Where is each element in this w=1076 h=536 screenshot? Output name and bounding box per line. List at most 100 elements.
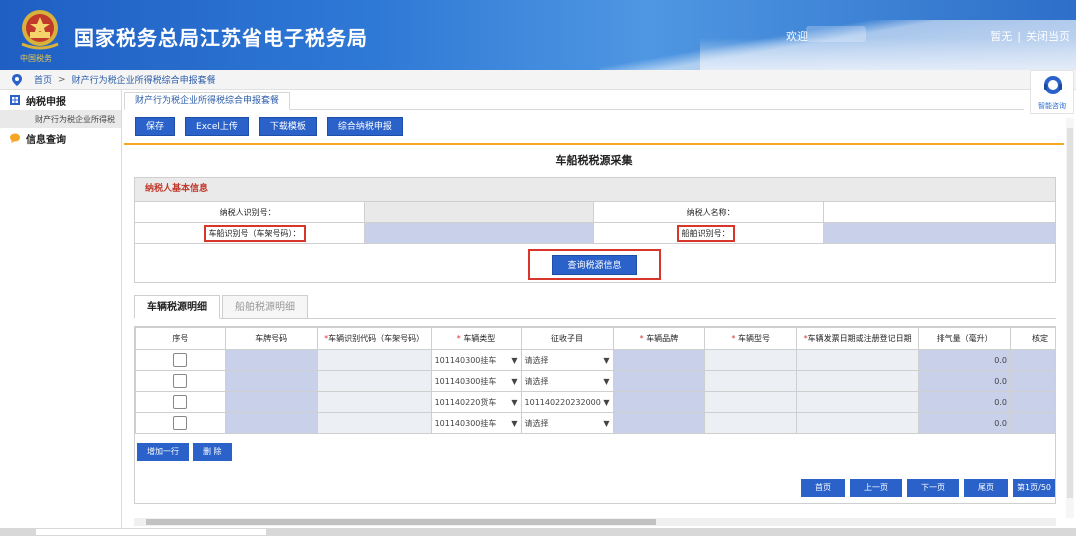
- save-button[interactable]: 保存: [135, 117, 176, 136]
- breadcrumb-current[interactable]: 财产行为税企业所得税综合申报套餐: [72, 73, 216, 86]
- verified-input[interactable]: [1010, 391, 1055, 413]
- first-page-button[interactable]: 首页: [801, 479, 846, 497]
- row-checkbox[interactable]: [173, 374, 188, 388]
- brand-input[interactable]: [612, 349, 706, 371]
- link-separator: |: [1017, 30, 1021, 43]
- chevron-down-icon: ▼: [603, 376, 610, 386]
- chevron-down-icon: ▼: [603, 397, 610, 407]
- col-model: * 车辆型号: [704, 327, 798, 350]
- scroll-thumb[interactable]: [1067, 128, 1073, 498]
- col-verified: 核定: [1010, 327, 1055, 350]
- query-tax-source-button[interactable]: 查询税源信息: [552, 254, 637, 275]
- row-select-cell: [135, 391, 226, 413]
- bottom-bar: [0, 528, 1076, 536]
- sidebar-item-label: 信息查询: [26, 134, 66, 146]
- sub-item-select[interactable]: 请选择 ▼: [520, 370, 614, 392]
- sub-item-select[interactable]: 请选择 ▼: [520, 412, 614, 434]
- vehicle-id-label: 车船识别号（车架号码）：: [203, 224, 306, 242]
- ship-id-input[interactable]: [823, 223, 1056, 243]
- sidebar-item-info-query[interactable]: 信息查询: [0, 128, 121, 148]
- table-row: 101140300挂车 ▼ 请选择 ▼ 0.0: [135, 349, 1055, 371]
- reg-date-input[interactable]: [796, 349, 920, 371]
- model-input[interactable]: [704, 391, 798, 413]
- reg-date-input[interactable]: [796, 370, 920, 392]
- excel-upload-button[interactable]: Excel上传: [185, 117, 249, 136]
- breadcrumb-home[interactable]: 首页: [34, 73, 52, 86]
- smart-consult-label: 智能咨询: [1038, 102, 1066, 110]
- taxpayer-name-field: [824, 202, 1055, 222]
- brand-input[interactable]: [612, 370, 706, 392]
- required-mark: *: [731, 334, 736, 343]
- brand-input[interactable]: [612, 391, 706, 413]
- scroll-thumb[interactable]: [146, 519, 656, 525]
- col-sub-item: 征收子目: [520, 327, 614, 350]
- ship-id-label: 船舶识别号：: [676, 224, 735, 242]
- smart-consult-widget[interactable]: 智能咨询: [1030, 70, 1074, 114]
- displacement-input[interactable]: 0.0: [918, 370, 1012, 392]
- site-title: 国家税务总局江苏省电子税务局: [74, 26, 368, 50]
- last-page-button[interactable]: 尾页: [964, 479, 1009, 497]
- model-input[interactable]: [704, 349, 798, 371]
- reg-date-input[interactable]: [796, 391, 920, 413]
- form-row: 车船识别号（车架号码）： 船舶识别号：: [135, 223, 1056, 244]
- col-seq: 序号: [135, 327, 226, 350]
- row-checkbox[interactable]: [173, 353, 188, 367]
- add-row-button[interactable]: 增加一行: [137, 443, 189, 461]
- col-reg-date-label: 车辆发票日期或注册登记日期: [807, 334, 912, 343]
- delete-row-button[interactable]: 删 除: [193, 443, 232, 461]
- displacement-input[interactable]: 0.0: [918, 391, 1012, 413]
- col-vehicle-type: * 车辆类型: [430, 327, 522, 350]
- chevron-down-icon: ▼: [511, 355, 518, 365]
- sub-item-select[interactable]: 101140220232000 ▼: [520, 391, 614, 413]
- prev-page-button[interactable]: 上一页: [850, 479, 903, 497]
- vin-input[interactable]: [316, 412, 432, 434]
- displacement-input[interactable]: 0.0: [918, 349, 1012, 371]
- vehicle-type-select[interactable]: 101140220货车 ▼: [430, 391, 522, 413]
- username-redacted: [806, 26, 866, 42]
- plate-input[interactable]: [224, 370, 318, 392]
- sidebar-item-tax-filing[interactable]: 纳税申报: [0, 90, 121, 110]
- tab-vehicle-detail[interactable]: 车辆税源明细: [134, 295, 220, 319]
- location-pin-icon: [12, 73, 22, 86]
- taxpayer-info-panel: 纳税人基本信息 纳税人识别号： 纳税人名称： 车船识别号（车架号码）： 船舶识别…: [134, 177, 1056, 283]
- top-links: 暂无 | 关闭当页: [990, 28, 1070, 44]
- row-checkbox[interactable]: [173, 395, 188, 409]
- row-checkbox[interactable]: [173, 416, 188, 430]
- vin-input[interactable]: [316, 391, 432, 413]
- vehicle-type-value: 101140300挂车: [434, 376, 497, 386]
- table-header-row: 序号 车牌号码 *车辆识别代码（车架号码） * 车辆类型 征收子目 * 车辆品牌…: [135, 327, 1055, 350]
- vehicle-type-select[interactable]: 101140300挂车 ▼: [430, 370, 522, 392]
- sidebar: 纳税申报 财产行为税企业所得税 信息查询: [0, 90, 122, 536]
- verified-input[interactable]: [1010, 412, 1055, 434]
- table-row: 101140300挂车 ▼ 请选择 ▼ 0.0: [135, 412, 1055, 434]
- sidebar-subitem-property-tax[interactable]: 财产行为税企业所得税: [0, 110, 121, 128]
- plate-input[interactable]: [224, 349, 318, 371]
- tab-ship-detail[interactable]: 船舶税源明细: [222, 295, 308, 319]
- brand-input[interactable]: [612, 412, 706, 434]
- reg-date-input[interactable]: [796, 412, 920, 434]
- vin-input[interactable]: [316, 370, 432, 392]
- col-reg-date: *车辆发票日期或注册登记日期: [796, 327, 920, 350]
- horizontal-scrollbar[interactable]: [134, 518, 1056, 526]
- page-tabbar: 财产行为税企业所得税综合申报套餐: [124, 92, 1024, 110]
- verified-input[interactable]: [1010, 349, 1055, 371]
- tab-property-tax-package[interactable]: 财产行为税企业所得税综合申报套餐: [124, 92, 291, 110]
- verified-input[interactable]: [1010, 370, 1055, 392]
- displacement-input[interactable]: 0.0: [918, 412, 1012, 434]
- model-input[interactable]: [704, 370, 798, 392]
- comprehensive-report-button[interactable]: 综合纳税申报: [326, 117, 403, 136]
- vehicle-type-select[interactable]: 101140300挂车 ▼: [430, 349, 522, 371]
- sub-item-select[interactable]: 请选择 ▼: [520, 349, 614, 371]
- vertical-scrollbar[interactable]: [1066, 118, 1074, 518]
- close-page-link[interactable]: 关闭当页: [1026, 30, 1070, 43]
- model-input[interactable]: [704, 412, 798, 434]
- vin-input[interactable]: [316, 349, 432, 371]
- plate-input[interactable]: [224, 412, 318, 434]
- none-link[interactable]: 暂无: [990, 30, 1012, 43]
- next-page-button[interactable]: 下一页: [907, 479, 960, 497]
- download-template-button[interactable]: 下载模板: [258, 117, 317, 136]
- vehicle-type-select[interactable]: 101140300挂车 ▼: [430, 412, 522, 434]
- vehicle-id-input[interactable]: [364, 223, 594, 243]
- required-mark: *: [456, 334, 461, 343]
- plate-input[interactable]: [224, 391, 318, 413]
